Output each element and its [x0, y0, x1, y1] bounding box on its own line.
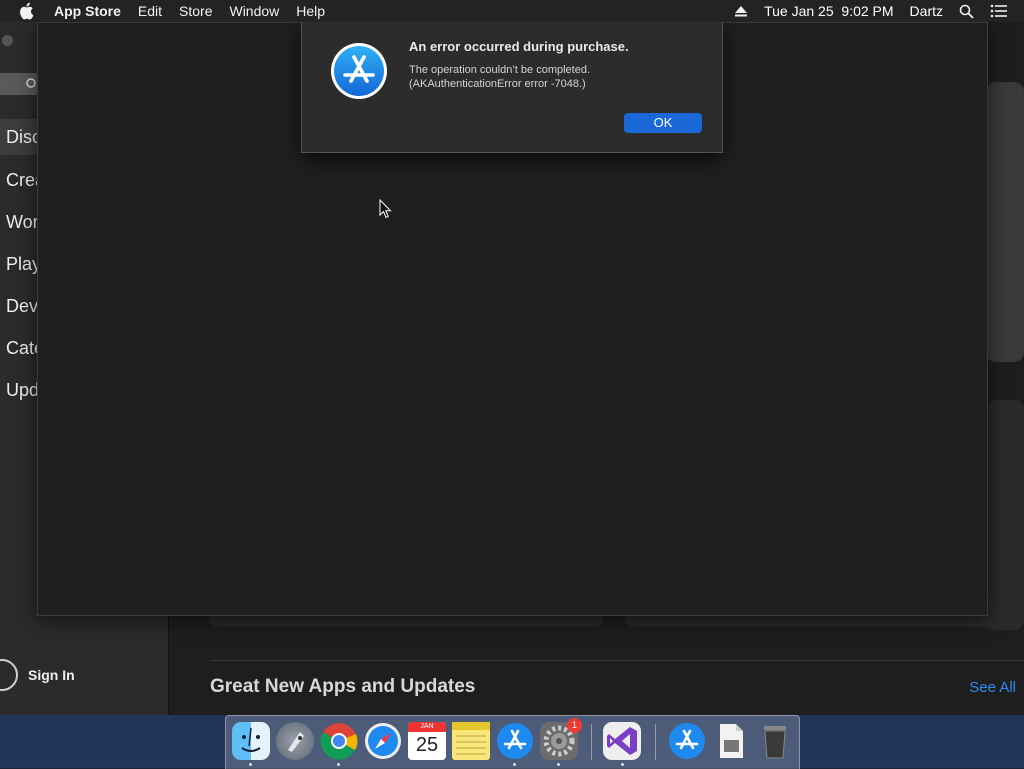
sign-in-label: Sign In [28, 667, 75, 683]
app-store-icon[interactable] [496, 722, 534, 760]
dock: JAN 25 1 [225, 715, 800, 769]
menu-help[interactable]: Help [296, 3, 325, 19]
visual-studio-icon[interactable] [603, 722, 641, 760]
menu-store[interactable]: Store [179, 3, 212, 19]
running-indicator [249, 763, 252, 766]
trash-icon[interactable] [756, 722, 794, 760]
dock-separator [655, 724, 656, 760]
finder-icon[interactable] [232, 722, 270, 760]
menu-bar: App Store Edit Store Window Help Tue Jan… [0, 0, 1024, 22]
spotlight-search-icon[interactable] [959, 4, 974, 19]
calendar-icon[interactable]: JAN 25 [408, 722, 446, 760]
content-card[interactable] [986, 82, 1024, 362]
running-indicator [621, 763, 624, 766]
search-input[interactable] [0, 73, 40, 95]
menu-edit[interactable]: Edit [138, 3, 162, 19]
running-indicator [513, 763, 516, 766]
apple-menu-icon[interactable] [18, 2, 36, 20]
menubar-user[interactable]: Dartz [910, 3, 943, 19]
sidebar-item-updates[interactable]: Upd [6, 380, 39, 401]
mouse-cursor-icon [379, 199, 392, 219]
error-dialog: An error occurred during purchase. The o… [301, 22, 723, 153]
sidebar-item-play[interactable]: Play [6, 254, 41, 275]
system-preferences-icon[interactable]: 1 [540, 718, 582, 760]
notification-badge: 1 [567, 718, 582, 733]
sidebar-item-develop[interactable]: Dev [6, 296, 38, 317]
calendar-month: JAN [408, 722, 446, 732]
section-divider [210, 660, 1024, 661]
section-title: Great New Apps and Updates [210, 676, 476, 697]
running-indicator [557, 763, 560, 766]
notification-center-icon[interactable] [990, 4, 1008, 18]
running-indicator [337, 763, 340, 766]
document-icon[interactable] [712, 722, 750, 760]
see-all-link[interactable]: See All [969, 679, 1016, 696]
menubar-clock[interactable]: Tue Jan 25 9:02 PM [764, 3, 893, 19]
menu-app-store[interactable]: App Store [54, 3, 121, 19]
dialog-title: An error occurred during purchase. [409, 39, 629, 54]
chrome-icon[interactable] [320, 722, 358, 760]
eject-icon[interactable] [734, 4, 748, 18]
sidebar-item-work[interactable]: Wor [6, 212, 39, 233]
sign-in-button[interactable]: Sign In [0, 659, 75, 691]
window-close-dot[interactable] [2, 35, 13, 46]
launchpad-icon[interactable] [276, 722, 314, 760]
dialog-message: The operation couldn’t be completed. (AK… [409, 64, 591, 90]
calendar-day: 25 [415, 734, 439, 756]
app-store-icon [331, 43, 387, 99]
notes-icon[interactable] [452, 722, 490, 760]
safari-icon[interactable] [364, 722, 402, 760]
dock-separator [591, 724, 592, 760]
ok-button[interactable]: OK [624, 113, 702, 133]
menu-window[interactable]: Window [229, 3, 279, 19]
avatar [0, 659, 18, 691]
app-store-download-icon[interactable] [668, 722, 706, 760]
